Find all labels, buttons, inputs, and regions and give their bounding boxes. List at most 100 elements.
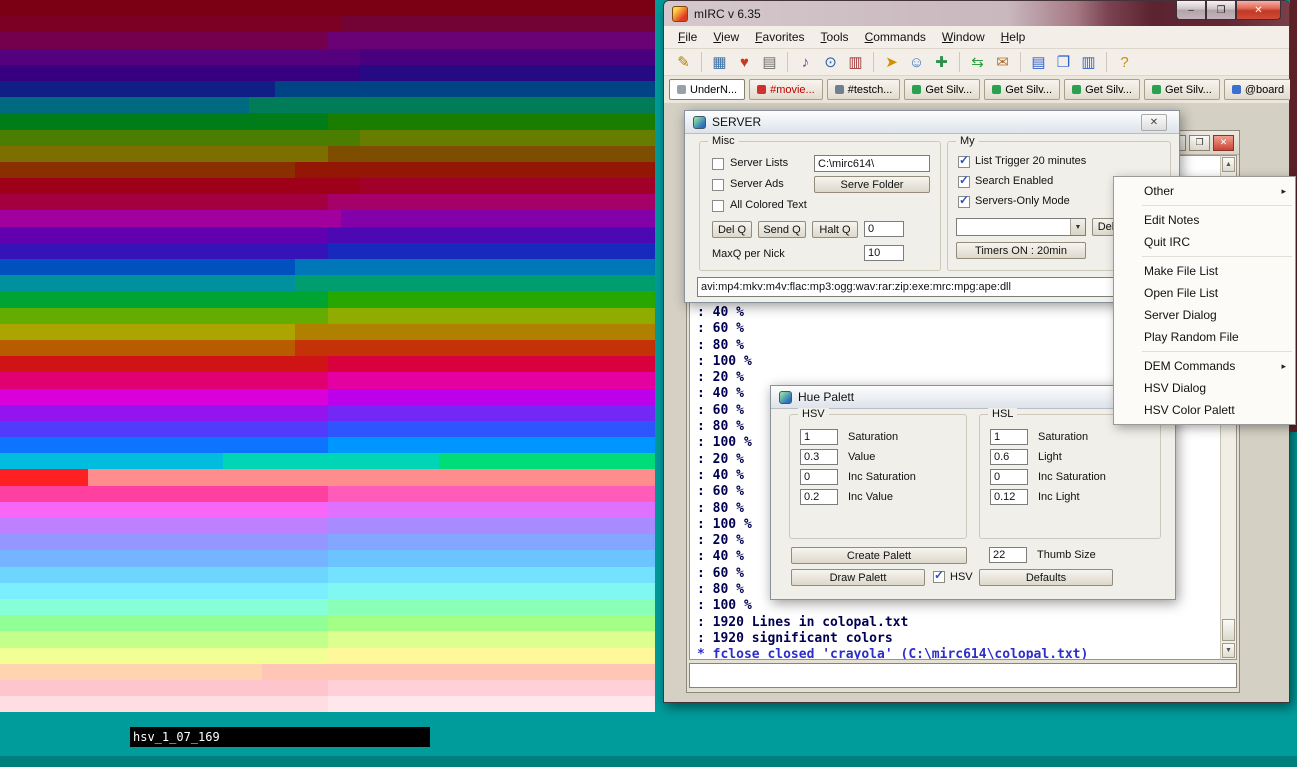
menu-item-other[interactable]: Other ▸	[1114, 180, 1295, 202]
palette-stripe-seg	[223, 453, 439, 469]
menu-item-make-file-list[interactable]: Make File List	[1114, 260, 1295, 282]
defaults-button[interactable]: Defaults	[979, 569, 1113, 586]
sound-icon[interactable]: ♪	[794, 51, 817, 74]
menu-item-hsv-dialog[interactable]: HSV Dialog	[1114, 377, 1295, 399]
timers-button[interactable]: Timers ON : 20min	[956, 242, 1086, 259]
scroll-up-icon[interactable]: ▲	[1222, 157, 1235, 172]
maxq-label: MaxQ per Nick	[712, 248, 785, 260]
menu-item-dem-commands[interactable]: DEM Commands ▸	[1114, 355, 1295, 377]
switchbar-button[interactable]: #movie...	[749, 79, 823, 100]
switchbar-button[interactable]: #testch...	[827, 79, 901, 100]
window-list-icon[interactable]: ▥	[1077, 51, 1100, 74]
menu-help[interactable]: Help	[993, 28, 1034, 46]
server-ads-checkbox[interactable]	[712, 179, 724, 191]
desktop: hsv_1_07_169 mIRC v 6.35 – ❐ ✕ File View…	[0, 0, 1297, 767]
server-lists-input[interactable]	[814, 155, 930, 172]
hsv-inc-value-input[interactable]	[800, 489, 838, 505]
hsv-value-input[interactable]	[800, 449, 838, 465]
menu-item-open-file-list[interactable]: Open File List	[1114, 282, 1295, 304]
window-tile-icon[interactable]: ▤	[1027, 51, 1050, 74]
hsl-saturation-input[interactable]	[990, 429, 1028, 445]
timer-icon[interactable]: ⊙	[819, 51, 842, 74]
menu-window[interactable]: Window	[934, 28, 993, 46]
serve-folder-button[interactable]: Serve Folder	[814, 176, 930, 193]
palette-stripe-seg	[0, 97, 249, 113]
switchbar-button[interactable]: Get Silv...	[904, 79, 980, 100]
menu-item-edit-notes[interactable]: Edit Notes	[1114, 209, 1295, 231]
server-dialog-close-icon[interactable]: ✕	[1141, 114, 1167, 131]
switchbar-button[interactable]: UnderN...	[669, 79, 745, 100]
filetypes-input[interactable]	[697, 277, 1169, 297]
dcc-send-icon[interactable]: ⇆	[966, 51, 989, 74]
menu-item-server-dialog[interactable]: Server Dialog	[1114, 304, 1295, 326]
switchbar-button[interactable]: @board	[1224, 79, 1292, 100]
child-restore-button[interactable]: ❐	[1189, 135, 1210, 151]
maxq-input[interactable]	[864, 245, 904, 261]
menu-item-hsv-color-palett[interactable]: HSV Color Palett	[1114, 399, 1295, 421]
channel-icon	[1232, 85, 1241, 94]
palette-stripe-seg	[328, 356, 656, 372]
close-button[interactable]: ✕	[1236, 1, 1281, 20]
toolbar-separator	[873, 52, 874, 72]
hsv-inc-saturation-input[interactable]	[800, 469, 838, 485]
palette-stripe-seg	[0, 502, 328, 518]
books-icon[interactable]: ▥	[844, 51, 867, 74]
all-colored-text-checkbox[interactable]	[712, 200, 724, 212]
palette-stripe-seg	[0, 567, 328, 583]
add-user-icon[interactable]: ✚	[930, 51, 953, 74]
menu-commands[interactable]: Commands	[857, 28, 934, 46]
favorites-icon[interactable]: ♥	[733, 51, 756, 74]
palette-stripe-row	[0, 405, 655, 421]
del-q-button[interactable]: Del Q	[712, 221, 752, 238]
scroll-down-icon[interactable]: ▼	[1222, 643, 1235, 658]
hsv-checkbox[interactable]: ✓	[933, 571, 945, 583]
switchbar-button[interactable]: Get Silv...	[1064, 79, 1140, 100]
help-icon[interactable]: ?	[1113, 51, 1136, 74]
hsv-saturation-input[interactable]	[800, 429, 838, 445]
user-icon[interactable]: ☺	[905, 51, 928, 74]
minimize-button[interactable]: –	[1176, 1, 1206, 20]
hsl-inc-light-input[interactable]	[990, 489, 1028, 505]
script-editor-icon[interactable]: ✎	[672, 51, 695, 74]
hsl-group-label: HSL	[988, 408, 1017, 420]
halt-q-button[interactable]: Halt Q	[812, 221, 858, 238]
switchbar-button[interactable]: Get Silv...	[1144, 79, 1220, 100]
list-trigger-checkbox[interactable]: ✓	[958, 156, 970, 168]
palette-stripe-row	[0, 599, 655, 615]
search-enabled-checkbox[interactable]: ✓	[958, 176, 970, 188]
palette-stripe-seg	[0, 550, 328, 566]
hsl-inc-saturation-input[interactable]	[990, 469, 1028, 485]
connect-icon[interactable]: ➤	[880, 51, 903, 74]
menu-item-quit-irc[interactable]: Quit IRC	[1114, 231, 1295, 253]
palette-stripe-row	[0, 421, 655, 437]
menu-item-label: HSV Color Palett	[1144, 403, 1235, 417]
scroll-thumb[interactable]	[1222, 619, 1235, 641]
menu-item-play-random-file[interactable]: Play Random File	[1114, 326, 1295, 348]
menu-file[interactable]: File	[670, 28, 705, 46]
server-dialog-titlebar[interactable]: SERVER ✕	[685, 111, 1179, 134]
child-close-button[interactable]: ✕	[1213, 135, 1234, 151]
window-cascade-icon[interactable]: ❐	[1052, 51, 1075, 74]
palette-stripe-row	[0, 130, 655, 146]
message-input[interactable]	[689, 663, 1237, 688]
menu-favorites[interactable]: Favorites	[747, 28, 812, 46]
create-palett-button[interactable]: Create Palett	[791, 547, 967, 564]
switchbar-button[interactable]: Get Silv...	[984, 79, 1060, 100]
menu-tools[interactable]: Tools	[813, 28, 857, 46]
maximize-button[interactable]: ❐	[1206, 1, 1236, 20]
send-q-button[interactable]: Send Q	[758, 221, 806, 238]
thumb-size-input[interactable]	[989, 547, 1027, 563]
servers-only-checkbox[interactable]: ✓	[958, 196, 970, 208]
server-combobox[interactable]: ▼	[956, 218, 1086, 236]
halt-q-input[interactable]	[864, 221, 904, 237]
window-titlebar[interactable]: mIRC v 6.35 – ❐ ✕	[664, 1, 1289, 26]
draw-palett-button[interactable]: Draw Palett	[791, 569, 925, 586]
palette-stripe-seg	[295, 340, 655, 356]
notepad-icon[interactable]: ▤	[758, 51, 781, 74]
channel-list-icon[interactable]: ▦	[708, 51, 731, 74]
hsl-light-input[interactable]	[990, 449, 1028, 465]
combo-arrow-icon[interactable]: ▼	[1070, 219, 1085, 235]
chat-icon[interactable]: ✉	[991, 51, 1014, 74]
menu-view[interactable]: View	[705, 28, 747, 46]
server-lists-checkbox[interactable]	[712, 158, 724, 170]
